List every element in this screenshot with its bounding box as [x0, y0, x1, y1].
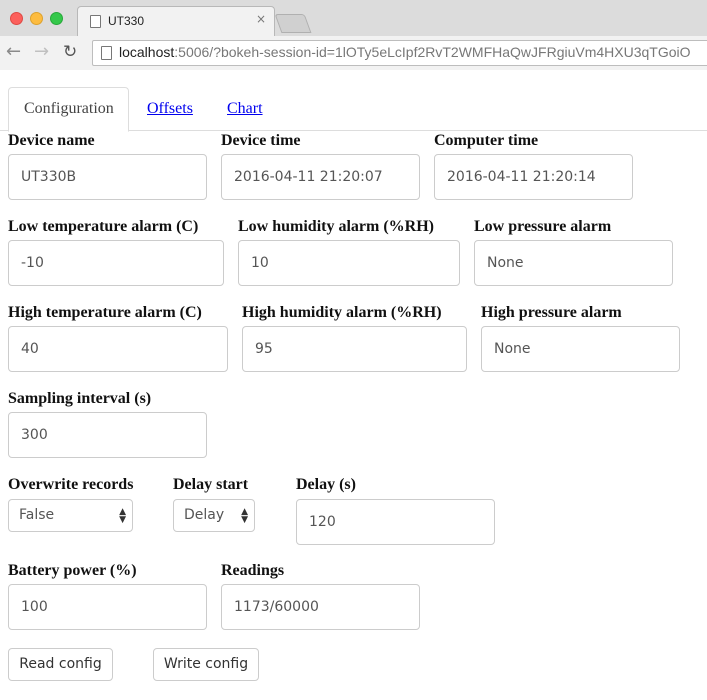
- page-icon: [101, 46, 112, 60]
- readings-input[interactable]: 1173/60000: [221, 584, 420, 630]
- new-tab-button[interactable]: [274, 14, 312, 33]
- delay-start-value: Delay: [184, 507, 225, 523]
- battery-power-label: Battery power (%): [8, 562, 137, 579]
- browser-tab-title: UT330: [108, 14, 145, 28]
- high-temperature-alarm-input[interactable]: 40: [8, 326, 228, 372]
- computer-time-input[interactable]: 2016-04-11 21:20:14: [434, 154, 633, 200]
- maximize-window-button[interactable]: [50, 12, 63, 25]
- tab-offsets[interactable]: Offsets: [147, 100, 193, 118]
- readings-label: Readings: [221, 562, 285, 579]
- tab-strip: UT330 ×: [0, 0, 707, 37]
- high-pressure-alarm-input[interactable]: None: [481, 326, 680, 372]
- tab-chart[interactable]: Chart: [227, 100, 263, 118]
- low-pressure-alarm-label: Low pressure alarm: [474, 218, 612, 235]
- url-host: localhost: [119, 44, 175, 60]
- close-icon[interactable]: ×: [256, 12, 266, 26]
- computer-time-label: Computer time: [434, 132, 539, 149]
- overwrite-records-select[interactable]: False ▲ ▼: [8, 499, 133, 532]
- reload-icon[interactable]: ↻: [63, 42, 77, 62]
- high-temperature-alarm-label: High temperature alarm (C): [8, 304, 202, 321]
- read-config-button[interactable]: Read config: [8, 648, 113, 681]
- low-pressure-alarm-input[interactable]: None: [474, 240, 673, 286]
- url-rest: :5006/?bokeh-session-id=1lOTy5eLcIpf2RvT…: [174, 44, 691, 60]
- device-time-input[interactable]: 2016-04-11 21:20:07: [221, 154, 420, 200]
- page-icon: [90, 15, 101, 28]
- overwrite-records-value: False: [19, 507, 55, 523]
- address-bar[interactable]: localhost:5006/?bokeh-session-id=1lOTy5e…: [92, 40, 707, 66]
- browser-toolbar: ← → ↻ localhost:5006/?bokeh-session-id=1…: [0, 36, 707, 71]
- delay-input[interactable]: 120: [296, 499, 495, 545]
- device-time-label: Device time: [221, 132, 301, 149]
- app-content: Configuration Offsets Chart Device name …: [0, 70, 707, 700]
- overwrite-records-label: Overwrite records: [8, 476, 134, 493]
- high-pressure-alarm-label: High pressure alarm: [481, 304, 622, 321]
- sampling-interval-label: Sampling interval (s): [8, 390, 152, 407]
- close-window-button[interactable]: [10, 12, 23, 25]
- low-temperature-alarm-input[interactable]: -10: [8, 240, 224, 286]
- sampling-interval-input[interactable]: 300: [8, 412, 207, 458]
- low-temperature-alarm-label: Low temperature alarm (C): [8, 218, 199, 235]
- browser-tab[interactable]: UT330 ×: [77, 6, 275, 37]
- low-humidity-alarm-label: Low humidity alarm (%RH): [238, 218, 434, 235]
- minimize-window-button[interactable]: [30, 12, 43, 25]
- delay-start-label: Delay start: [173, 476, 249, 493]
- tab-configuration-label: Configuration: [24, 100, 114, 117]
- high-humidity-alarm-input[interactable]: 95: [242, 326, 467, 372]
- high-humidity-alarm-label: High humidity alarm (%RH): [242, 304, 442, 321]
- url-text: localhost:5006/?bokeh-session-id=1lOTy5e…: [119, 44, 691, 60]
- back-arrow-icon[interactable]: ←: [6, 42, 21, 62]
- tab-bar: Configuration Offsets Chart: [0, 70, 707, 132]
- device-name-label: Device name: [8, 132, 95, 149]
- write-config-button[interactable]: Write config: [153, 648, 259, 681]
- battery-power-input[interactable]: 100: [8, 584, 207, 630]
- device-name-input[interactable]: UT330B: [8, 154, 207, 200]
- delay-start-select[interactable]: Delay ▲ ▼: [173, 499, 255, 532]
- browser-chrome: UT330 × ← → ↻ localhost:5006/?bokeh-sess…: [0, 0, 707, 71]
- tab-configuration[interactable]: Configuration: [8, 87, 129, 132]
- forward-arrow-icon[interactable]: →: [34, 42, 49, 62]
- low-humidity-alarm-input[interactable]: 10: [238, 240, 460, 286]
- delay-label: Delay (s): [296, 476, 356, 493]
